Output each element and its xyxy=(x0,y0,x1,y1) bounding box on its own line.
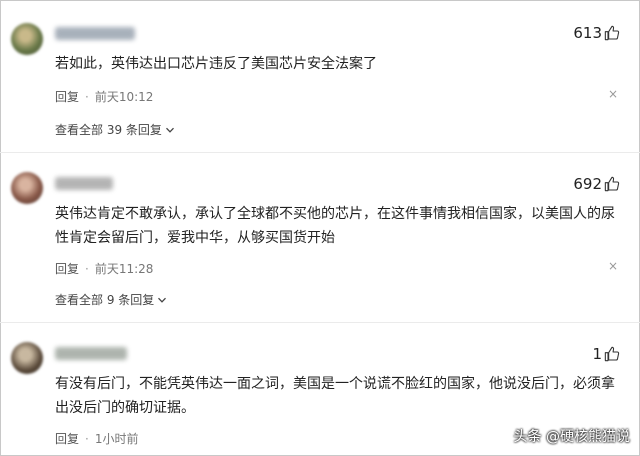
chevron-down-icon xyxy=(158,297,167,303)
avatar[interactable] xyxy=(11,172,43,204)
comment-meta: 回复 · 1小时前 xyxy=(55,430,138,447)
avatar[interactable] xyxy=(11,23,43,55)
timestamp: 1小时前 xyxy=(94,432,139,446)
reply-button[interactable]: 回复 xyxy=(55,260,79,277)
timestamp: 前天11:28 xyxy=(94,262,154,276)
like-count: 692 xyxy=(573,175,602,193)
separator-dot: · xyxy=(85,89,89,104)
reply-button[interactable]: 回复 xyxy=(55,88,79,105)
username[interactable] xyxy=(55,347,127,360)
avatar[interactable] xyxy=(11,342,43,374)
like-button[interactable]: 613 xyxy=(573,24,620,42)
close-icon[interactable]: × xyxy=(608,259,618,273)
thumbs-up-icon xyxy=(604,176,620,192)
timestamp: 前天10:12 xyxy=(94,90,154,104)
reply-button[interactable]: 回复 xyxy=(55,430,79,447)
thumbs-up-icon xyxy=(604,346,620,362)
separator-dot: · xyxy=(85,261,89,276)
comment-text: 若如此，英伟达出口芯片违反了美国芯片安全法案了 xyxy=(55,56,377,72)
view-replies-label: 查看全部 39 条回复 xyxy=(55,123,162,137)
like-button[interactable]: 692 xyxy=(573,175,620,193)
like-count: 1 xyxy=(592,345,602,363)
chevron-down-icon xyxy=(165,127,174,133)
like-count: 613 xyxy=(573,24,602,42)
divider xyxy=(0,152,640,153)
like-button[interactable]: 1 xyxy=(592,345,620,363)
comment-meta: 回复 · 前天11:28 xyxy=(55,260,153,277)
thumbs-up-icon xyxy=(604,25,620,41)
watermark: 头条 @硬核熊猫说 xyxy=(514,426,630,446)
close-icon[interactable]: × xyxy=(608,87,618,101)
username[interactable] xyxy=(55,27,135,40)
username[interactable] xyxy=(55,177,113,190)
view-replies-link[interactable]: 查看全部 39 条回复 xyxy=(55,121,175,138)
view-replies-link[interactable]: 查看全部 9 条回复 xyxy=(55,291,167,308)
watermark-text: 头条 @硬核熊猫说 xyxy=(513,429,630,445)
comment-text: 有没有后门，不能凭英伟达一面之词，美国是一个说谎不脸红的国家，他说没后门，必须拿… xyxy=(55,376,615,416)
separator-dot: · xyxy=(85,431,89,446)
comment-text: 英伟达肯定不敢承认，承认了全球都不买他的芯片，在这件事情我相信国家，以美国人的尿… xyxy=(55,206,615,246)
divider xyxy=(0,322,640,323)
view-replies-label: 查看全部 9 条回复 xyxy=(55,293,155,307)
comment-meta: 回复 · 前天10:12 xyxy=(55,88,153,105)
